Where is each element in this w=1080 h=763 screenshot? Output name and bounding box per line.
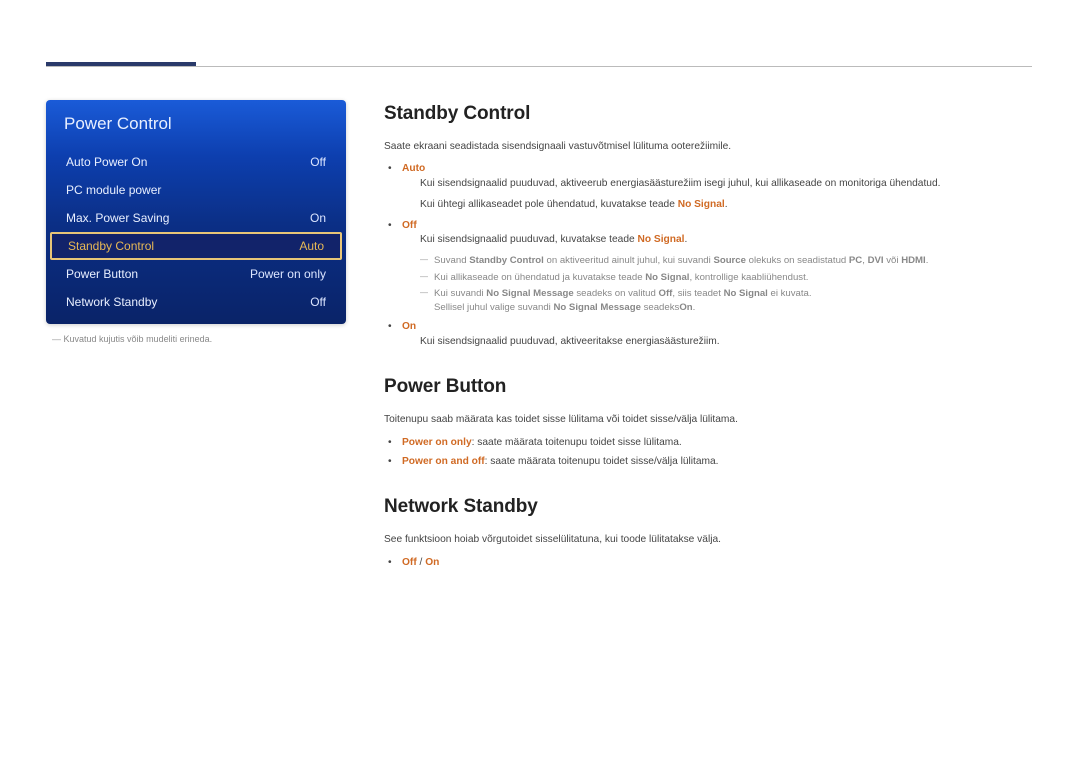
section-power-button: Power Button Toitenupu saab määrata kas … xyxy=(384,373,1032,469)
netstandby-intro: See funktsioon hoiab võrgutoidet sisselü… xyxy=(384,533,1032,548)
option-label-on: On xyxy=(402,321,416,332)
list-item: Power on only: saate määrata toitenupu t… xyxy=(402,436,1032,451)
dash-icon: ― xyxy=(52,334,61,344)
note-item: Kui allikaseade on ühendatud ja kuvataks… xyxy=(434,271,1032,284)
menu-item-standby-control[interactable]: Standby Control Auto xyxy=(50,232,342,260)
heading-standby-control: Standby Control xyxy=(384,100,1032,128)
powerbtn-intro: Toitenupu saab määrata kas toidet sisse … xyxy=(384,413,1032,428)
section-network-standby: Network Standby See funktsioon hoiab võr… xyxy=(384,493,1032,570)
menu-item-label: PC module power xyxy=(66,183,161,197)
list-item: Auto Kui sisendsignaalid puuduvad, aktiv… xyxy=(402,162,1032,212)
menu-item-label: Power Button xyxy=(66,267,138,281)
menu-title: Power Control xyxy=(46,100,346,148)
menu-item-label: Network Standby xyxy=(66,295,157,309)
menu-item-label: Standby Control xyxy=(68,239,154,253)
list-item: Power on and off: saate määrata toitenup… xyxy=(402,455,1032,470)
list-item: Off / On xyxy=(402,556,1032,571)
menu-item-value: On xyxy=(310,211,326,225)
option-desc: Kui ühtegi allikaseadet pole ühendatud, … xyxy=(420,198,1032,213)
option-desc: Kui sisendsignaalid puuduvad, aktiveerub… xyxy=(420,177,1032,192)
option-label-off: Off xyxy=(402,220,417,231)
header-rule xyxy=(46,66,1032,67)
heading-power-button: Power Button xyxy=(384,373,1032,401)
list-item: Off Kui sisendsignaalid puuduvad, kuvata… xyxy=(402,219,1032,314)
option-desc: Kui sisendsignaalid puuduvad, aktiveerit… xyxy=(420,335,1032,350)
menu-item-value: Power on only xyxy=(250,267,326,281)
menu-item-value: Off xyxy=(310,155,326,169)
menu-item-auto-power-on[interactable]: Auto Power On Off xyxy=(46,148,346,176)
note-item: Kui suvandi No Signal Message seadeks on… xyxy=(434,287,1032,314)
menu-item-label: Max. Power Saving xyxy=(66,211,169,225)
menu-item-network-standby[interactable]: Network Standby Off xyxy=(46,288,346,316)
menu-item-max-power-saving[interactable]: Max. Power Saving On xyxy=(46,204,346,232)
standby-intro: Saate ekraani seadistada sisendsignaali … xyxy=(384,140,1032,155)
menu-caption: ― Kuvatud kujutis võib mudeliti erineda. xyxy=(46,334,346,344)
option-desc: Kui sisendsignaalid puuduvad, kuvatakse … xyxy=(420,233,1032,248)
menu-item-value: Auto xyxy=(299,239,324,253)
option-label-auto: Auto xyxy=(402,163,425,174)
menu-item-power-button[interactable]: Power Button Power on only xyxy=(46,260,346,288)
power-control-menu: Power Control Auto Power On Off PC modul… xyxy=(46,100,346,324)
menu-item-value: Off xyxy=(310,295,326,309)
heading-network-standby: Network Standby xyxy=(384,493,1032,521)
menu-item-label: Auto Power On xyxy=(66,155,147,169)
note-item: Suvand Standby Control on aktiveeritud a… xyxy=(434,254,1032,267)
menu-item-pc-module-power[interactable]: PC module power xyxy=(46,176,346,204)
section-standby-control: Standby Control Saate ekraani seadistada… xyxy=(384,100,1032,349)
list-item: On Kui sisendsignaalid puuduvad, aktivee… xyxy=(402,320,1032,350)
caption-text: Kuvatud kujutis võib mudeliti erineda. xyxy=(64,334,213,344)
